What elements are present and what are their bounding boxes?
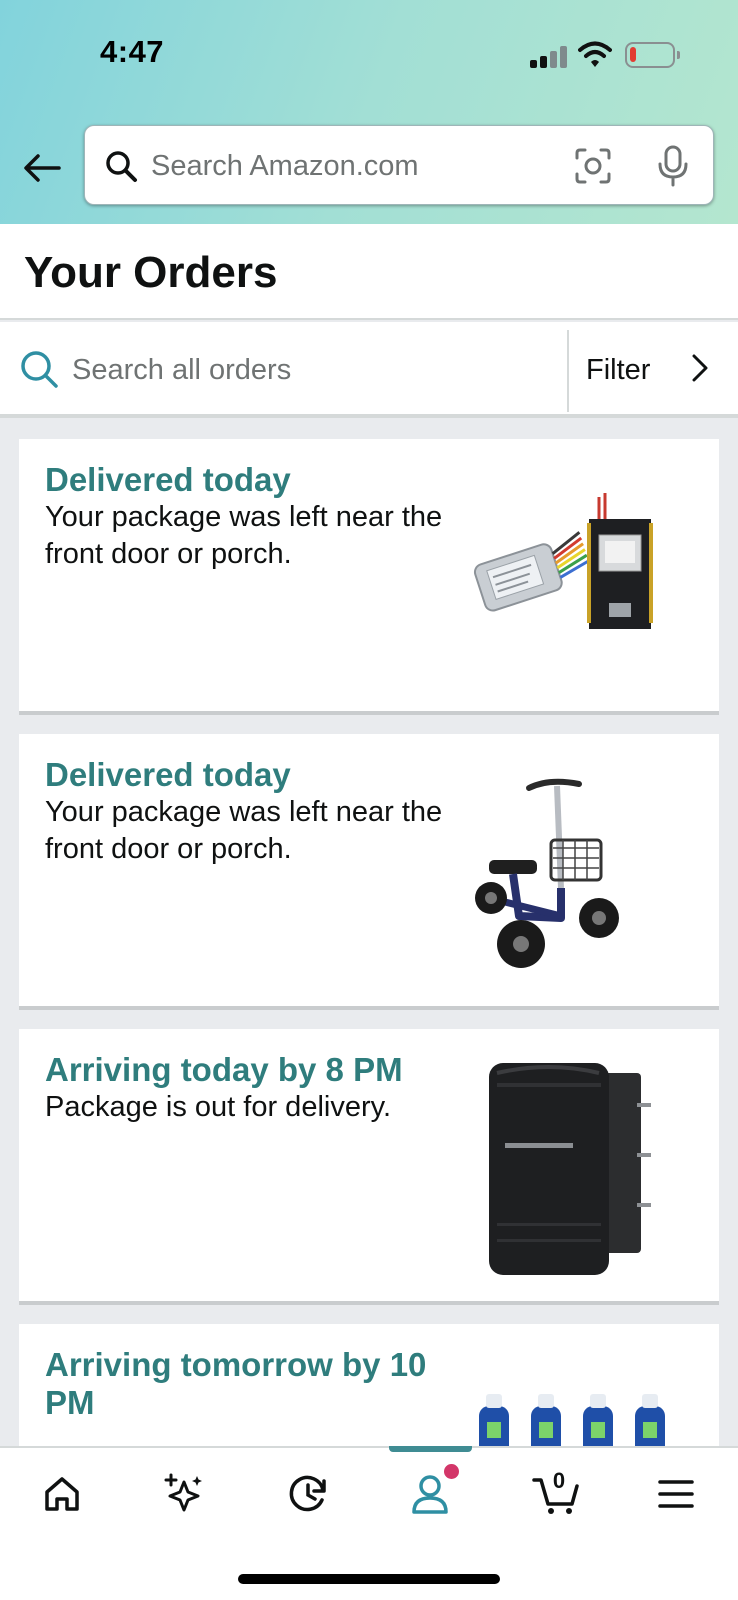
nav-rufus[interactable] [154, 1466, 214, 1522]
filter-label: Filter [586, 354, 651, 386]
nav-buy-again[interactable] [278, 1466, 338, 1522]
status-time: 4:47 [100, 34, 165, 69]
order-status: Arriving tomorrow by 10 PM [45, 1346, 427, 1421]
menu-icon [658, 1480, 694, 1508]
app-header: 4:47 [0, 0, 738, 224]
page-title: Your Orders [24, 248, 278, 297]
page-title-bar: Your Orders [0, 224, 738, 320]
wifi-icon [578, 41, 612, 67]
divider [567, 330, 569, 412]
home-indicator[interactable] [238, 1574, 500, 1584]
nav-menu[interactable] [646, 1466, 706, 1522]
nav-home[interactable] [32, 1466, 92, 1522]
product-image [475, 778, 619, 968]
cellular-signal-icon [530, 46, 568, 68]
product-image [489, 1063, 651, 1275]
product-image [473, 493, 653, 629]
account-icon [412, 1475, 448, 1514]
notification-dot [444, 1464, 459, 1479]
order-status: Delivered today [45, 756, 291, 793]
order-card[interactable]: Delivered today Your package was left ne… [19, 734, 719, 1010]
order-search-input[interactable] [72, 348, 542, 392]
back-button[interactable] [20, 146, 64, 190]
order-status: Delivered today [45, 461, 291, 498]
order-status: Arriving today by 8 PM [45, 1051, 403, 1088]
cart-count: 0 [552, 1468, 566, 1493]
sparkle-icon [164, 1473, 202, 1512]
order-card[interactable]: Delivered today Your package was left ne… [19, 439, 719, 715]
chevron-right-icon [692, 354, 708, 382]
active-tab-indicator [389, 1446, 472, 1452]
back-arrow-icon [24, 154, 61, 182]
battery-icon [625, 42, 680, 68]
order-detail: Your package was left near the front doo… [45, 501, 443, 570]
order-detail: Package is out for delivery. [45, 1091, 392, 1123]
microphone-icon[interactable] [653, 144, 693, 188]
order-search-bar: Filter [0, 322, 738, 418]
filter-button[interactable]: Filter [570, 322, 738, 414]
search-icon [21, 351, 58, 388]
history-icon [289, 1475, 326, 1512]
order-detail: Your package was left near the front doo… [45, 796, 443, 865]
amazon-search-bar[interactable] [84, 125, 714, 205]
search-icon [106, 151, 137, 182]
home-icon [45, 1477, 79, 1511]
order-card[interactable]: Arriving today by 8 PM Package is out fo… [19, 1029, 719, 1305]
camera-lens-icon[interactable] [573, 146, 613, 186]
amazon-search-input[interactable] [151, 144, 551, 188]
